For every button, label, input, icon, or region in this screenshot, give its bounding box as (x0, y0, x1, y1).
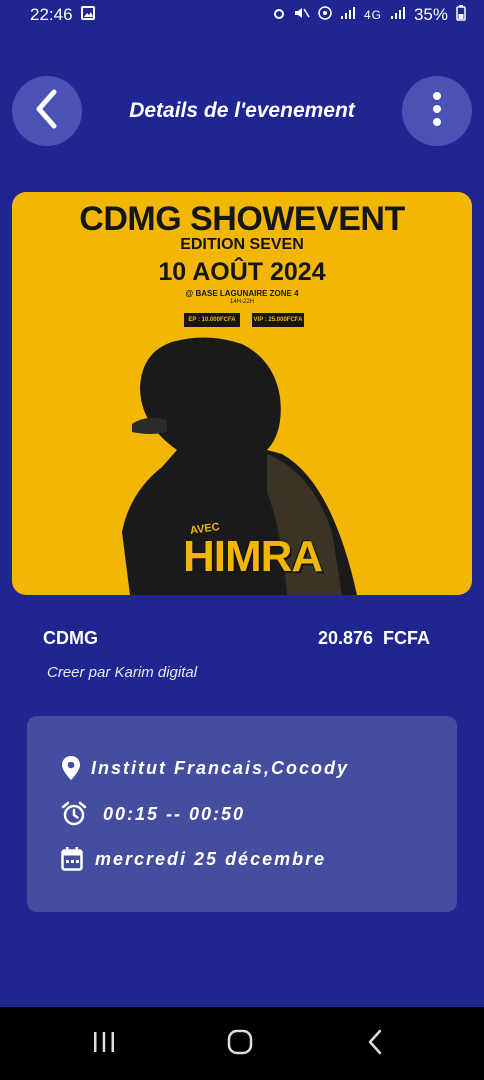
calendar-icon (61, 847, 83, 871)
location-text: Institut Francais,Cocody (91, 757, 350, 778)
poster-date: 10 AOÛT 2024 (158, 258, 326, 286)
event-details-card: Institut Francais,Cocody 00:15 -- 00:50 … (27, 716, 457, 912)
poster-venue: @ BASE LAGUNAIRE ZONE 4 (185, 289, 299, 298)
alarm-clock-icon (61, 801, 87, 827)
more-options-button[interactable] (402, 76, 472, 146)
mute-icon (294, 5, 310, 25)
signal-icon (390, 5, 406, 25)
page-title: Details de l'evenement (129, 99, 355, 122)
app-bar: Details de l'evenement (0, 76, 484, 146)
date-text: mercredi 25 décembre (95, 848, 327, 869)
event-price: 20.876 FCFA (318, 628, 431, 648)
back-arrow-icon (366, 1029, 384, 1060)
home-button[interactable] (222, 1029, 258, 1059)
alarm-icon (272, 5, 286, 25)
battery-level: 35% (413, 5, 448, 24)
status-bar: 22:46 4G 35% (0, 0, 484, 30)
more-vert-icon (432, 91, 442, 131)
recent-apps-button[interactable] (86, 1029, 122, 1059)
poster-edition: EDITION SEVEN (180, 236, 304, 253)
signal-icon (340, 5, 356, 25)
home-icon (227, 1029, 253, 1060)
poster-time: 14H-22H (229, 299, 254, 305)
4g-icon: 4G (363, 8, 382, 22)
event-creator: Creer par Karim digital (47, 664, 198, 681)
image-icon (80, 5, 95, 25)
event-poster: CDMG SHOWEVENT EDITION SEVEN 10 AOÛT 202… (12, 192, 472, 595)
recent-apps-icon (90, 1030, 118, 1059)
poster-ticket-tag: EP : 10.000FCFA (184, 313, 240, 327)
time-row: 00:15 -- 00:50 (61, 800, 245, 828)
time-text: 00:15 -- 00:50 (103, 803, 246, 824)
poster-artist-name: HIMRA (183, 532, 323, 581)
hotspot-icon (318, 5, 332, 25)
system-nav-bar (0, 1007, 484, 1080)
poster-title: CDMG SHOWEVENT (79, 200, 405, 238)
status-time: 22:46 (30, 5, 73, 24)
system-back-button[interactable] (360, 1029, 390, 1059)
chevron-left-icon (34, 89, 60, 134)
date-row: mercredi 25 décembre (61, 845, 326, 873)
poster-vip-tag: VIP : 25.000FCFA (252, 313, 304, 327)
battery-icon (456, 4, 466, 26)
event-organizer: CDMG (43, 628, 98, 648)
location-row: Institut Francais,Cocody (61, 754, 349, 782)
location-pin-icon (61, 755, 81, 781)
back-button[interactable] (12, 76, 82, 146)
